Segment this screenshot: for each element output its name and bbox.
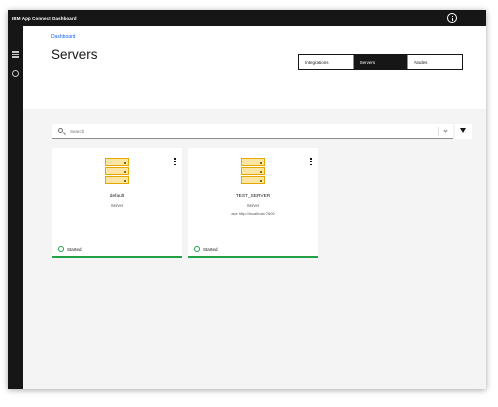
search-divider (438, 127, 439, 136)
search-box (52, 124, 453, 139)
top-bar: IBM App Connect Dashboard (8, 10, 486, 26)
settings-icon[interactable] (12, 70, 19, 77)
filter-button[interactable] (455, 124, 472, 139)
tab-nodes[interactable]: Nodes (408, 55, 463, 69)
server-url: ace http://localhost:7600 (231, 211, 275, 216)
search-input[interactable] (70, 128, 390, 134)
content-switcher: Integrations Servers Nodes (298, 54, 463, 70)
server-name: TEST_SERVER (235, 194, 271, 199)
server-type: Server (110, 203, 124, 208)
server-name: default (109, 194, 125, 199)
status-label: Started (203, 246, 218, 252)
search-row (52, 124, 472, 139)
tab-integrations[interactable]: Integrations (299, 55, 354, 69)
status-indicator: Started (58, 246, 82, 252)
server-card[interactable]: default Server Started (52, 148, 182, 258)
info-icon[interactable] (447, 13, 457, 23)
status-ok-icon (194, 246, 200, 252)
sidebar (8, 26, 23, 389)
page-title: Servers (51, 47, 98, 62)
server-type: Server (246, 203, 260, 208)
dashboard-icon[interactable] (12, 51, 19, 58)
search-icon (58, 128, 63, 133)
status-indicator: Started (194, 246, 218, 252)
status-label: Started (67, 246, 82, 252)
server-icon (241, 158, 265, 185)
filter-icon (460, 128, 466, 133)
breadcrumb[interactable]: Dashboard (51, 34, 75, 40)
app-window: IBM App Connect Dashboard Dashboard Serv… (8, 10, 486, 389)
server-card[interactable]: TEST_SERVER Server ace http://localhost:… (188, 148, 318, 258)
chevron-down-icon[interactable] (443, 128, 448, 133)
overflow-menu-icon[interactable] (174, 158, 176, 166)
status-ok-icon (58, 246, 64, 252)
overflow-menu-icon[interactable] (310, 158, 312, 166)
tab-servers[interactable]: Servers (353, 55, 409, 69)
app-title: IBM App Connect Dashboard (12, 15, 77, 21)
server-icon (105, 158, 129, 185)
page-header: Dashboard Servers Integrations Servers N… (23, 26, 486, 109)
